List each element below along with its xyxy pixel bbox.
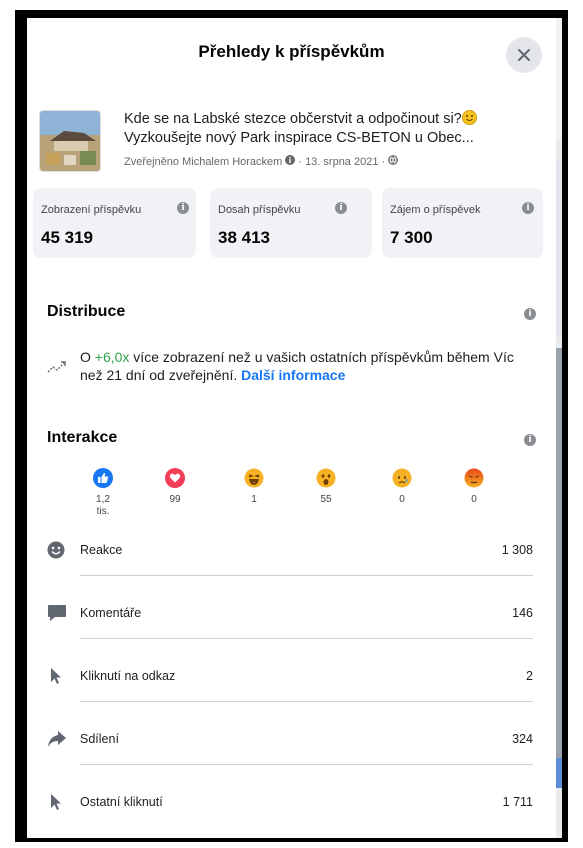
metric-label: Reakce bbox=[80, 543, 123, 557]
reaction-count: 55 bbox=[320, 494, 332, 505]
reaction-like[interactable]: 1,2 tis. bbox=[83, 468, 123, 518]
metric-value: 1 711 bbox=[502, 795, 533, 809]
divider bbox=[80, 575, 533, 576]
close-icon bbox=[518, 49, 530, 61]
reaction-wow[interactable]: 55 bbox=[306, 468, 346, 506]
stat-label: Dosah příspěvku bbox=[218, 204, 301, 216]
metric-row-shares[interactable]: Sdílení 324 bbox=[47, 730, 533, 793]
post-stats: Zobrazení příspěvku 45 319 i Dosah přísp… bbox=[33, 188, 543, 258]
trend-up-icon bbox=[47, 360, 67, 378]
info-icon[interactable]: i bbox=[524, 434, 536, 446]
metric-row-other-clicks[interactable]: Ostatní kliknutí 1 711 bbox=[47, 793, 533, 838]
divider bbox=[80, 764, 533, 765]
post-insights-dialog: Přehledy k příspěvkům Kde se na Labské s… bbox=[27, 18, 556, 838]
divider bbox=[80, 701, 533, 702]
share-icon bbox=[47, 730, 67, 753]
post-author: Zveřejněno Michalem Horackem bbox=[124, 155, 283, 168]
reaction-count: 0 bbox=[399, 494, 405, 505]
metric-label: Ostatní kliknutí bbox=[80, 795, 163, 809]
stat-value: 45 319 bbox=[41, 228, 93, 247]
close-button[interactable] bbox=[506, 37, 542, 73]
post-summary: Kde se na Labské stezce občerstvit a odp… bbox=[39, 110, 549, 190]
stat-label: Zájem o příspěvek bbox=[390, 204, 481, 216]
sad-icon bbox=[392, 468, 412, 488]
metric-row-comments[interactable]: Komentáře 146 bbox=[47, 604, 533, 667]
metric-value: 1 308 bbox=[501, 543, 533, 557]
like-icon bbox=[93, 468, 113, 488]
stat-card-reach[interactable]: Dosah příspěvku 38 413 i bbox=[210, 188, 372, 258]
reaction-love[interactable]: 99 bbox=[155, 468, 195, 506]
cursor-icon bbox=[47, 793, 65, 816]
reaction-count: 1,2 bbox=[96, 494, 110, 505]
info-icon bbox=[285, 155, 296, 168]
reaction-sad[interactable]: 0 bbox=[382, 468, 422, 506]
post-thumbnail-image bbox=[40, 111, 100, 171]
stat-label: Zobrazení příspěvku bbox=[41, 204, 142, 216]
info-icon[interactable]: i bbox=[522, 202, 534, 214]
metric-row-reactions[interactable]: Reakce 1 308 bbox=[47, 541, 533, 604]
distribution-title: Distribuce bbox=[47, 303, 126, 320]
learn-more-link[interactable]: Další informace bbox=[241, 367, 345, 383]
reaction-count: 99 bbox=[169, 494, 181, 505]
reaction-count: 0 bbox=[471, 494, 477, 505]
stat-card-engagement[interactable]: Zájem o příspěvek 7 300 i bbox=[382, 188, 543, 258]
smiling-emoji-icon bbox=[461, 110, 477, 125]
dialog-header: Přehledy k příspěvkům bbox=[27, 18, 556, 84]
info-icon[interactable]: i bbox=[335, 202, 347, 214]
smiley-icon bbox=[47, 541, 65, 564]
metric-row-link-clicks[interactable]: Kliknutí na odkaz 2 bbox=[47, 667, 533, 730]
reaction-count-unit: tis. bbox=[96, 506, 110, 517]
reaction-count: 1 bbox=[251, 494, 257, 505]
reaction-haha[interactable]: 1 bbox=[234, 468, 274, 506]
reaction-breakdown: 1,2 tis. 99 1 55 0 0 bbox=[27, 468, 556, 528]
cursor-icon bbox=[47, 667, 65, 690]
info-icon[interactable]: i bbox=[524, 308, 536, 320]
post-text[interactable]: Kde se na Labské stezce občerstvit a odp… bbox=[124, 110, 539, 148]
wow-icon bbox=[316, 468, 336, 488]
comment-icon bbox=[47, 604, 67, 627]
post-date: · 13. srpna 2021 · bbox=[298, 155, 386, 168]
stat-value: 38 413 bbox=[218, 228, 270, 247]
globe-icon bbox=[388, 155, 399, 168]
metric-value: 324 bbox=[512, 732, 533, 746]
info-icon[interactable]: i bbox=[177, 202, 189, 214]
post-text-line2: Vyzkoušejte nový Park inspirace CS-BETON… bbox=[124, 130, 474, 146]
interactions-title: Interakce bbox=[47, 429, 118, 446]
metric-value: 146 bbox=[512, 606, 533, 620]
metric-label: Komentáře bbox=[80, 606, 142, 620]
haha-icon bbox=[244, 468, 264, 488]
metric-value: 2 bbox=[526, 669, 533, 683]
reaction-angry[interactable]: 0 bbox=[454, 468, 494, 506]
post-thumbnail[interactable] bbox=[39, 110, 101, 172]
stat-card-impressions[interactable]: Zobrazení příspěvku 45 319 i bbox=[33, 188, 196, 258]
metric-label: Sdílení bbox=[80, 732, 119, 746]
distribution-multiplier: +6,0x bbox=[94, 349, 130, 365]
angry-icon bbox=[464, 468, 484, 488]
metric-label: Kliknutí na odkaz bbox=[80, 669, 176, 683]
love-icon bbox=[165, 468, 185, 488]
post-meta: Zveřejněno Michalem Horackem · 13. srpna… bbox=[124, 155, 399, 168]
divider bbox=[80, 638, 533, 639]
post-text-line1: Kde se na Labské stezce občerstvit a odp… bbox=[124, 111, 462, 127]
distribution-prefix: O bbox=[80, 349, 95, 365]
stat-value: 7 300 bbox=[390, 228, 433, 247]
dialog-title: Přehledy k příspěvkům bbox=[198, 42, 385, 61]
